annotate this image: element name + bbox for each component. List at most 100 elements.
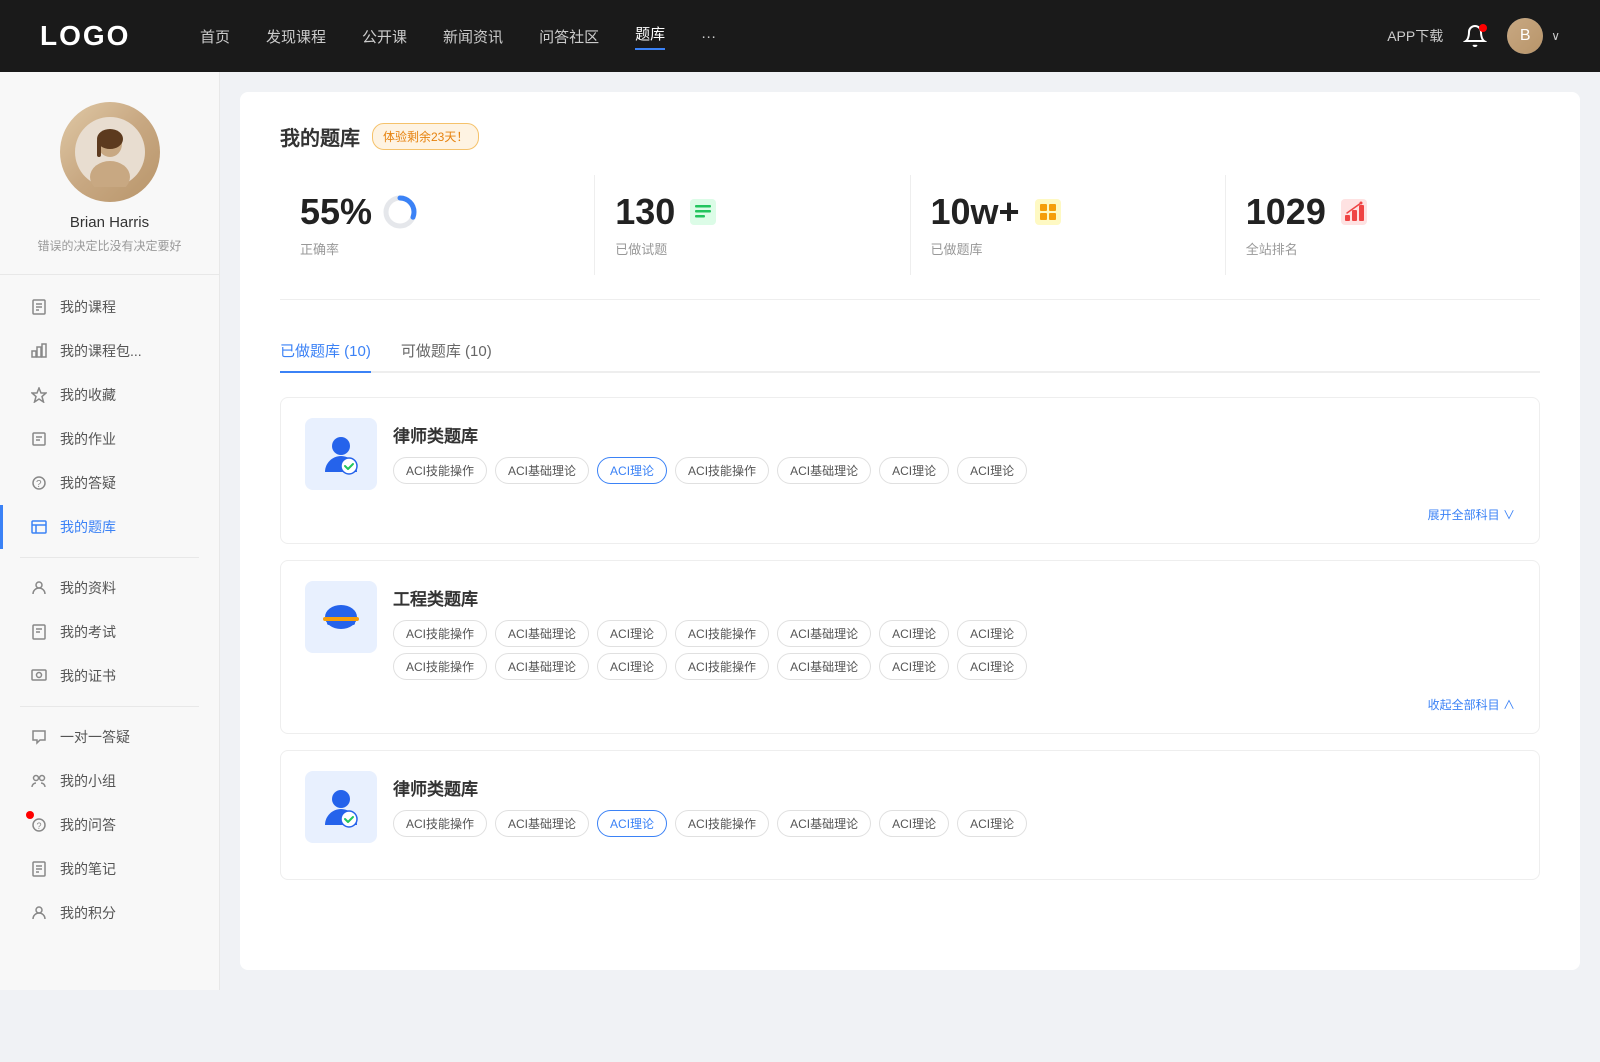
qbank-icon-engineering1 bbox=[305, 581, 377, 653]
nav-item-home[interactable]: 首页 bbox=[200, 26, 230, 47]
avatar-image bbox=[60, 102, 160, 202]
l2-tag-3[interactable]: ACI技能操作 bbox=[675, 810, 769, 837]
sidebar-item-my-qbank[interactable]: 我的题库 bbox=[0, 505, 219, 549]
points-icon bbox=[30, 904, 48, 922]
qbank-title-engineering1: 工程类题库 bbox=[393, 585, 1027, 610]
tag-4[interactable]: ACI基础理论 bbox=[777, 457, 871, 484]
tag-0[interactable]: ACI技能操作 bbox=[393, 457, 487, 484]
sidebar-item-my-group[interactable]: 我的小组 bbox=[0, 759, 219, 803]
eng-tag-r2-2[interactable]: ACI理论 bbox=[597, 653, 667, 680]
nav-item-qa[interactable]: 问答社区 bbox=[539, 26, 599, 47]
l2-tag-6[interactable]: ACI理论 bbox=[957, 810, 1027, 837]
l2-tag-1[interactable]: ACI基础理论 bbox=[495, 810, 589, 837]
eng-tag-r1-0[interactable]: ACI技能操作 bbox=[393, 620, 487, 647]
tag-6[interactable]: ACI理论 bbox=[957, 457, 1027, 484]
l2-tag-4[interactable]: ACI基础理论 bbox=[777, 810, 871, 837]
sidebar: Brian Harris 错误的决定比没有决定要好 我的课程 我的课程包... bbox=[0, 72, 220, 990]
tab-todo[interactable]: 可做题库 (10) bbox=[401, 330, 492, 373]
tab-done[interactable]: 已做题库 (10) bbox=[280, 330, 371, 373]
sidebar-label-my-exam: 我的考试 bbox=[60, 622, 116, 642]
nav-item-news[interactable]: 新闻资讯 bbox=[443, 26, 503, 47]
navbar-right: APP下载 B ∨ bbox=[1387, 18, 1560, 54]
notes-icon bbox=[30, 860, 48, 878]
user-avatar-nav[interactable]: B ∨ bbox=[1507, 18, 1560, 54]
qbank-tags-lawyer1: ACI技能操作 ACI基础理论 ACI理论 ACI技能操作 ACI基础理论 AC… bbox=[393, 457, 1027, 484]
expand-link-lawyer1[interactable]: 展开全部科目 ∨ bbox=[305, 506, 1515, 523]
eng-tag-r2-5[interactable]: ACI理论 bbox=[879, 653, 949, 680]
sidebar-item-my-question[interactable]: ? 我的问答 bbox=[0, 803, 219, 847]
eng-tag-r1-3[interactable]: ACI技能操作 bbox=[675, 620, 769, 647]
qbank-title-lawyer1: 律师类题库 bbox=[393, 422, 1027, 447]
sidebar-item-my-points[interactable]: 我的积分 bbox=[0, 891, 219, 935]
sidebar-label-my-favorites: 我的收藏 bbox=[60, 385, 116, 405]
sidebar-item-my-cert[interactable]: 我的证书 bbox=[0, 654, 219, 698]
sidebar-item-my-homework[interactable]: 我的作业 bbox=[0, 417, 219, 461]
svg-text:?: ? bbox=[36, 479, 42, 490]
eng-tag-r2-0[interactable]: ACI技能操作 bbox=[393, 653, 487, 680]
list-icon bbox=[685, 194, 721, 230]
eng-tag-r1-4[interactable]: ACI基础理论 bbox=[777, 620, 871, 647]
page-title: 我的题库 bbox=[280, 122, 360, 151]
document-icon bbox=[30, 298, 48, 316]
nav-menu: 首页 发现课程 公开课 新闻资讯 问答社区 题库 ··· bbox=[200, 23, 1387, 50]
page-header: 我的题库 体验剩余23天！ bbox=[280, 122, 1540, 151]
sidebar-item-my-courses[interactable]: 我的课程 bbox=[0, 285, 219, 329]
sidebar-label-one-on-one: 一对一答疑 bbox=[60, 727, 130, 747]
nav-item-courses[interactable]: 发现课程 bbox=[266, 26, 326, 47]
stat-ranking: 1029 全站排名 bbox=[1226, 175, 1540, 275]
sidebar-item-my-qa[interactable]: ? 我的答疑 bbox=[0, 461, 219, 505]
tag-5[interactable]: ACI理论 bbox=[879, 457, 949, 484]
stat-questions-value: 130 bbox=[615, 191, 675, 233]
app-download-button[interactable]: APP下载 bbox=[1387, 26, 1443, 46]
l2-tag-0[interactable]: ACI技能操作 bbox=[393, 810, 487, 837]
stats-row: 55% 正确率 130 bbox=[280, 175, 1540, 300]
navbar: LOGO 首页 发现课程 公开课 新闻资讯 问答社区 题库 ··· APP下载 … bbox=[0, 0, 1600, 72]
eng-tag-r2-1[interactable]: ACI基础理论 bbox=[495, 653, 589, 680]
notification-bell[interactable] bbox=[1463, 24, 1487, 48]
stat-questions-row: 130 bbox=[615, 191, 889, 233]
qbank-title-lawyer2: 律师类题库 bbox=[393, 775, 1027, 800]
qbank-card-lawyer2-header: 律师类题库 ACI技能操作 ACI基础理论 ACI理论 ACI技能操作 ACI基… bbox=[305, 771, 1515, 843]
tag-2-active[interactable]: ACI理论 bbox=[597, 457, 667, 484]
eng-tag-r2-6[interactable]: ACI理论 bbox=[957, 653, 1027, 680]
sidebar-label-my-notes: 我的笔记 bbox=[60, 859, 116, 879]
tag-1[interactable]: ACI基础理论 bbox=[495, 457, 589, 484]
stat-accuracy-row: 55% bbox=[300, 191, 574, 233]
homework-icon bbox=[30, 430, 48, 448]
qbank-card-engineering1: 工程类题库 ACI技能操作 ACI基础理论 ACI理论 ACI技能操作 ACI基… bbox=[280, 560, 1540, 734]
profile-avatar bbox=[60, 102, 160, 202]
stat-accuracy-value: 55% bbox=[300, 191, 372, 233]
sidebar-menu: 我的课程 我的课程包... 我的收藏 我的作业 bbox=[0, 275, 219, 945]
eng-tag-r2-3[interactable]: ACI技能操作 bbox=[675, 653, 769, 680]
qbank-card-lawyer2: 律师类题库 ACI技能操作 ACI基础理论 ACI理论 ACI技能操作 ACI基… bbox=[280, 750, 1540, 880]
eng-tag-r2-4[interactable]: ACI基础理论 bbox=[777, 653, 871, 680]
l2-tag-2-active[interactable]: ACI理论 bbox=[597, 810, 667, 837]
logo: LOGO bbox=[40, 20, 140, 52]
nav-item-more[interactable]: ··· bbox=[701, 28, 716, 45]
qbank-info-lawyer2: 律师类题库 ACI技能操作 ACI基础理论 ACI理论 ACI技能操作 ACI基… bbox=[393, 771, 1027, 837]
nav-item-qbank[interactable]: 题库 bbox=[635, 23, 665, 50]
sidebar-label-my-question: 我的问答 bbox=[60, 815, 116, 835]
sidebar-item-my-favorites[interactable]: 我的收藏 bbox=[0, 373, 219, 417]
tag-3[interactable]: ACI技能操作 bbox=[675, 457, 769, 484]
sidebar-label-my-qa: 我的答疑 bbox=[60, 473, 116, 493]
l2-tag-5[interactable]: ACI理论 bbox=[879, 810, 949, 837]
sidebar-item-one-on-one[interactable]: 一对一答疑 bbox=[0, 715, 219, 759]
nav-item-opencourse[interactable]: 公开课 bbox=[362, 26, 407, 47]
qbank-icon-lawyer1 bbox=[305, 418, 377, 490]
sidebar-item-my-notes[interactable]: 我的笔记 bbox=[0, 847, 219, 891]
sidebar-item-my-exam[interactable]: 我的考试 bbox=[0, 610, 219, 654]
collapse-link-engineering1[interactable]: 收起全部科目 ∧ bbox=[305, 696, 1515, 713]
sidebar-label-my-cert: 我的证书 bbox=[60, 666, 116, 686]
ranking-chart-icon bbox=[1336, 194, 1372, 230]
eng-tag-r1-1[interactable]: ACI基础理论 bbox=[495, 620, 589, 647]
eng-tag-r1-5[interactable]: ACI理论 bbox=[879, 620, 949, 647]
eng-tag-r1-2[interactable]: ACI理论 bbox=[597, 620, 667, 647]
eng-tag-r1-6[interactable]: ACI理论 bbox=[957, 620, 1027, 647]
qbank-info-engineering1: 工程类题库 ACI技能操作 ACI基础理论 ACI理论 ACI技能操作 ACI基… bbox=[393, 581, 1027, 680]
stat-banks-label: 已做题库 bbox=[931, 242, 983, 257]
sidebar-item-my-data[interactable]: 我的资料 bbox=[0, 566, 219, 610]
sidebar-item-my-packages[interactable]: 我的课程包... bbox=[0, 329, 219, 373]
chat-icon bbox=[30, 728, 48, 746]
question-red-dot bbox=[26, 811, 34, 819]
